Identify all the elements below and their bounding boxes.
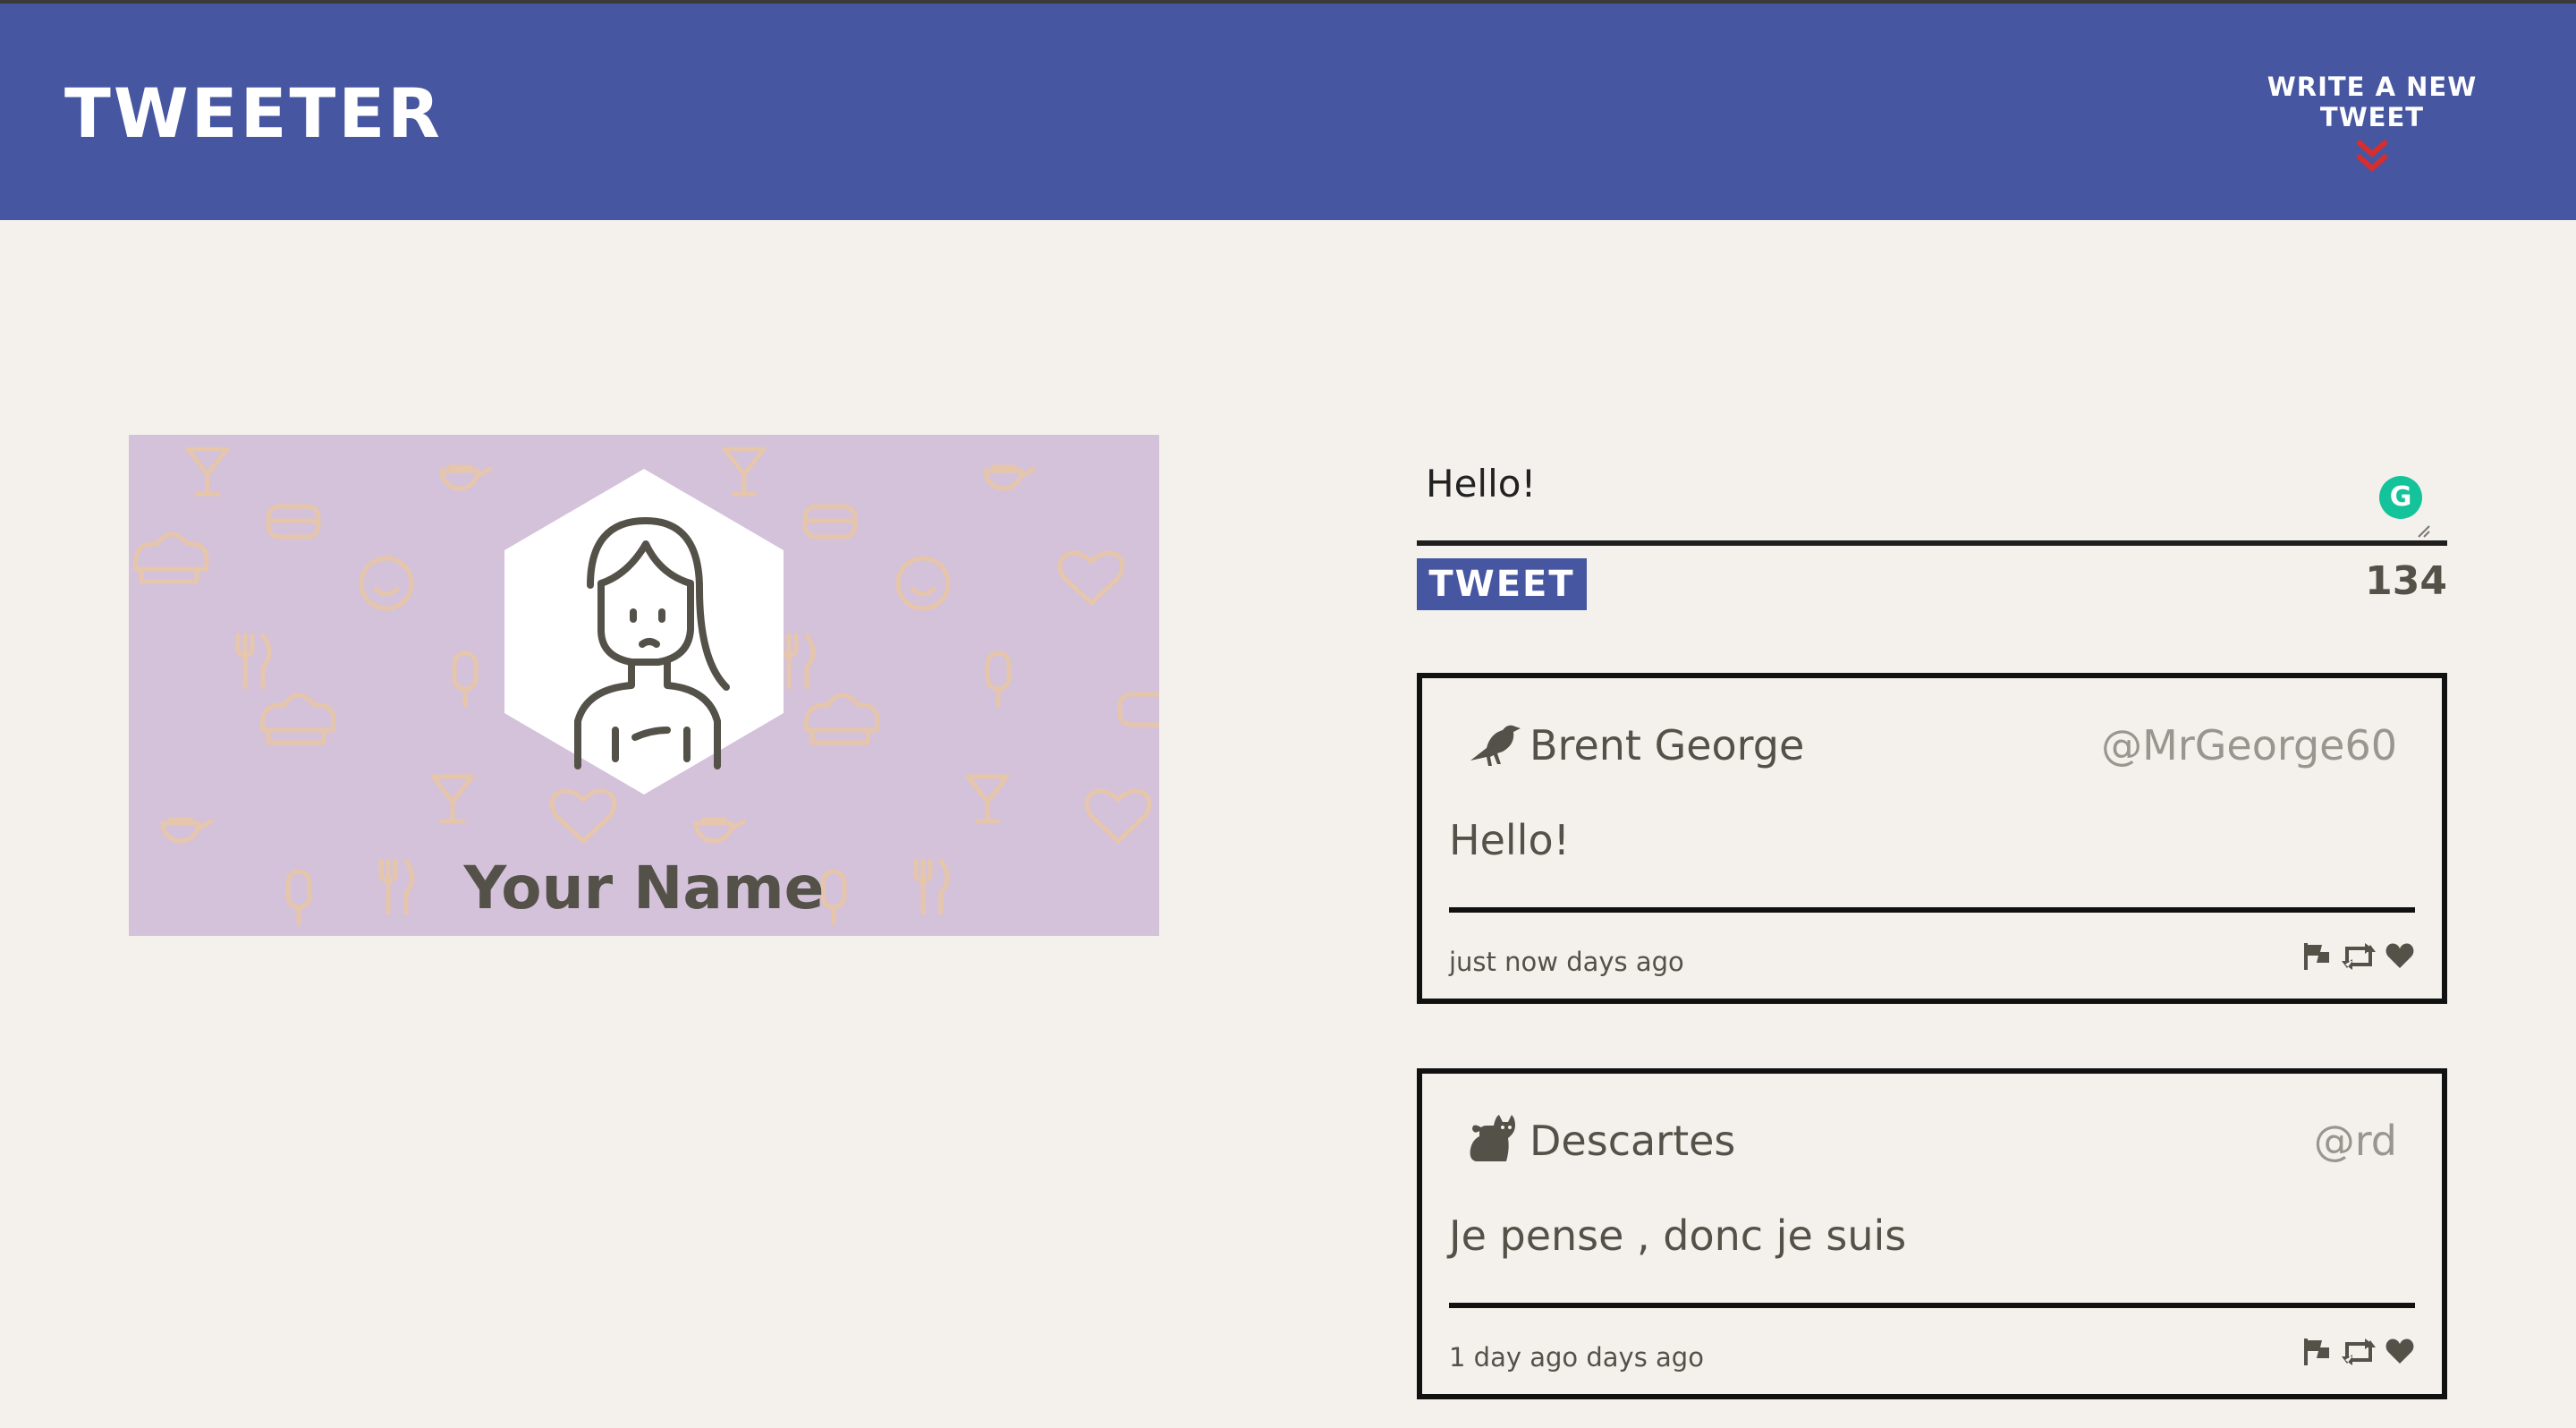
tweet-divider <box>1449 1303 2415 1308</box>
tweet-card: Descartes @rd Je pense , donc je suis 1 … <box>1417 1068 2447 1399</box>
tweet-author-name: Descartes <box>1530 1117 1736 1165</box>
new-tweet-form: Hello! G TWEET 134 <box>1417 435 2447 610</box>
tweet-author-name: Brent George <box>1530 721 1805 769</box>
tweet-card: Brent George @MrGeorge60 Hello! just now… <box>1417 673 2447 1004</box>
tweet-divider <box>1449 907 2415 913</box>
top-navbar: TWEETER WRITE A NEW TWEET <box>0 0 2576 220</box>
write-new-tweet-button[interactable]: WRITE A NEW TWEET <box>2229 72 2515 177</box>
tweet-timestamp: just now days ago <box>1449 947 1684 977</box>
heart-icon[interactable] <box>2385 1337 2415 1369</box>
tweet-actions <box>2302 941 2415 973</box>
retweet-icon[interactable] <box>2342 941 2376 973</box>
tweet-author-handle: @rd <box>2313 1117 2397 1165</box>
tweet-content: Je pense , donc je suis <box>1449 1211 1907 1260</box>
tweet-author-handle: @MrGeorge60 <box>2101 721 2397 769</box>
tweet-submit-button[interactable]: TWEET <box>1417 558 1587 610</box>
crow-icon <box>1470 725 1521 766</box>
profile-name: Your Name <box>463 854 825 922</box>
heart-icon[interactable] <box>2385 941 2415 973</box>
cat-icon <box>1470 1115 1515 1161</box>
write-new-tweet-label[interactable]: WRITE A NEW TWEET <box>2229 72 2515 132</box>
character-counter: 134 <box>2365 558 2447 604</box>
brand-logo[interactable]: TWEETER <box>64 73 443 153</box>
tweet-text-input[interactable]: Hello! <box>1417 435 2447 546</box>
profile-card: Your Name <box>129 435 1159 936</box>
tweet-actions <box>2302 1337 2415 1369</box>
retweet-icon[interactable] <box>2342 1337 2376 1369</box>
tweet-timestamp: 1 day ago days ago <box>1449 1342 1704 1373</box>
tweet-content: Hello! <box>1449 816 1571 864</box>
woman-avatar-icon <box>504 469 784 795</box>
resize-handle-icon[interactable] <box>2417 524 2431 539</box>
grammarly-icon[interactable]: G <box>2379 476 2422 519</box>
double-chevron-down-icon[interactable] <box>2352 138 2392 177</box>
flag-icon[interactable] <box>2302 1337 2333 1369</box>
flag-icon[interactable] <box>2302 941 2333 973</box>
